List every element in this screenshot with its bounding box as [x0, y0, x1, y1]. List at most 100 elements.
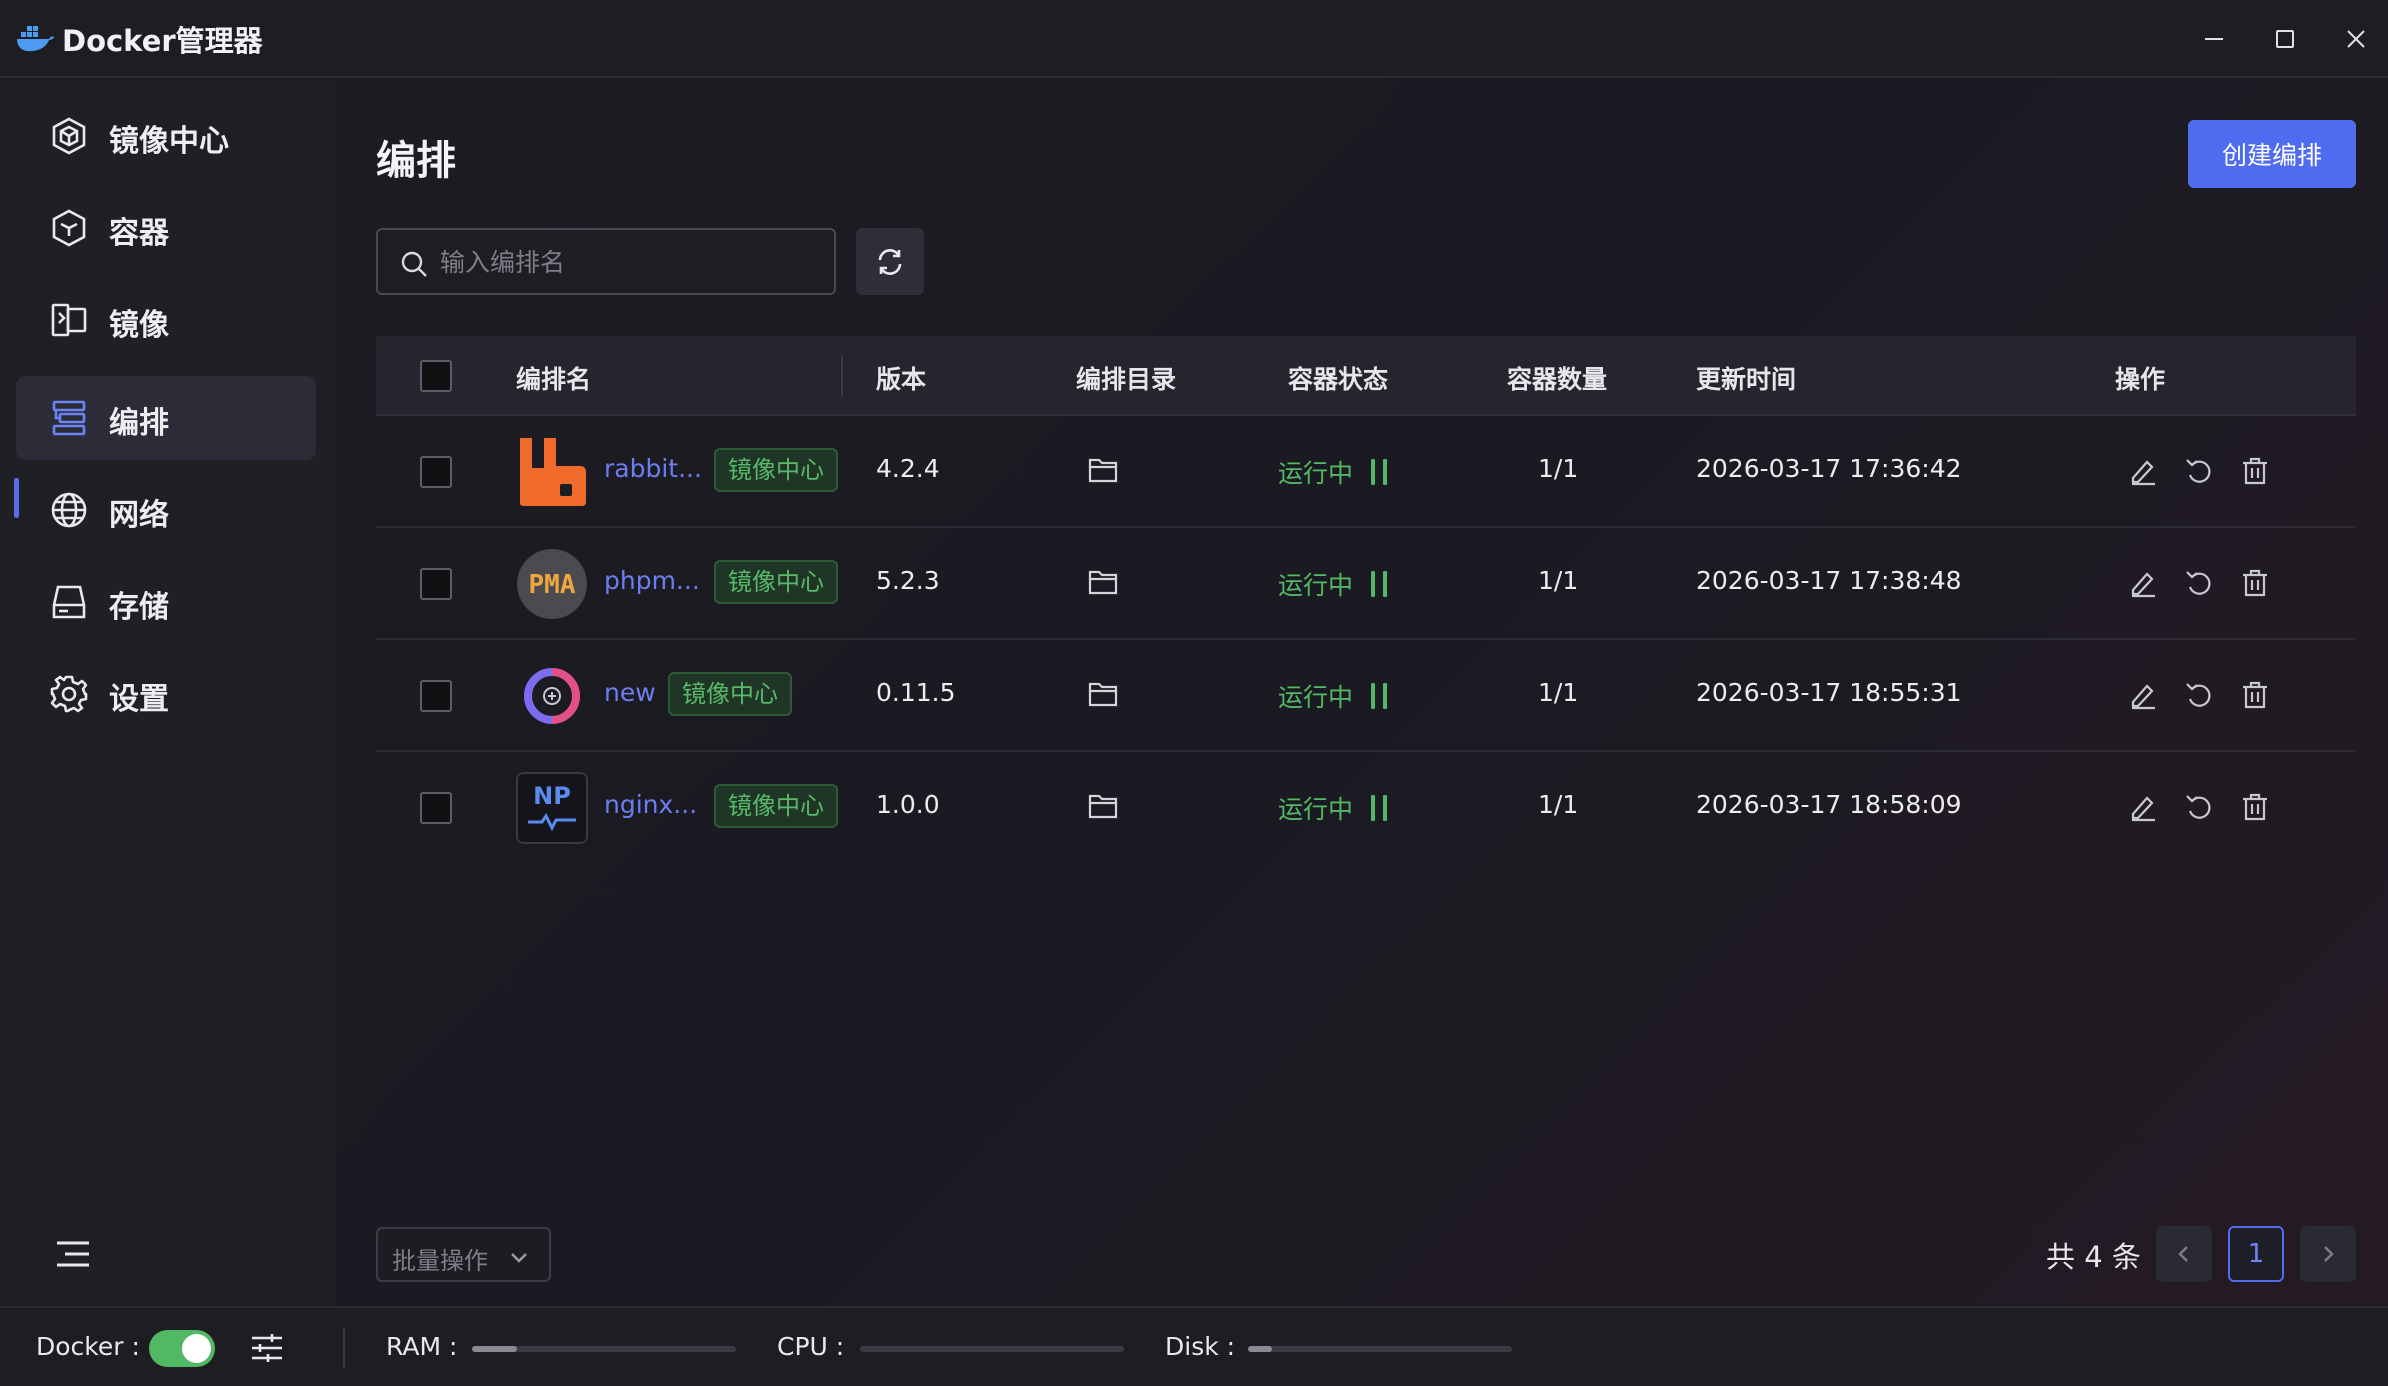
folder-icon[interactable]: [1088, 456, 1118, 484]
status-label: 运行中: [1278, 683, 1354, 712]
next-page-button[interactable]: [2300, 1226, 2356, 1282]
pause-bars-icon[interactable]: [1371, 795, 1389, 821]
column-header-status: 容器状态: [1288, 365, 1389, 394]
pause-bars-icon[interactable]: [1371, 459, 1389, 485]
row-checkbox[interactable]: [420, 680, 452, 712]
disk-usage-bar: [1248, 1346, 1512, 1352]
docker-status-label: Docker :: [36, 1332, 140, 1361]
table-row[interactable]: rabbit... 镜像中心 4.2.4 运行中 1/1 2026-03-17 …: [376, 416, 2356, 528]
pause-bars-icon[interactable]: [1371, 571, 1389, 597]
sidebar-item-label: 存储: [109, 590, 169, 625]
source-tag: 镜像中心: [714, 448, 838, 492]
compose-table: 编排名 版本 编排目录 容器状态 容器数量 更新时间 操作 rabbit... …: [376, 336, 2356, 864]
storage-icon: [52, 585, 86, 619]
row-checkbox[interactable]: [420, 456, 452, 488]
chevron-left-icon: [2178, 1246, 2188, 1262]
svg-text:PMA: PMA: [529, 570, 576, 600]
edit-icon[interactable]: [2128, 792, 2158, 822]
gear-icon: [50, 675, 88, 713]
ram-usage-fill: [472, 1346, 517, 1352]
chevron-right-icon: [2324, 1246, 2334, 1262]
total-count: 共 4 条: [2046, 1240, 2141, 1274]
rabbitmq-icon: [520, 438, 586, 506]
restart-icon[interactable]: [2184, 792, 2214, 822]
sidebar-item-label: 编排: [109, 406, 169, 441]
status-bar: Docker : RAM : CPU : Disk :: [0, 1306, 2388, 1386]
updated-time: 2026-03-17 17:38:48: [1696, 566, 1962, 595]
minimize-button[interactable]: [2191, 16, 2237, 62]
create-compose-button[interactable]: 创建编排: [2188, 120, 2356, 188]
batch-actions-dropdown[interactable]: 批量操作: [376, 1227, 551, 1282]
column-header-updated: 更新时间: [1696, 365, 1797, 394]
sidebar-item-network[interactable]: 网络: [16, 468, 316, 552]
ram-usage-bar: [472, 1346, 736, 1352]
source-tag: 镜像中心: [668, 672, 792, 716]
sidebar-item-label: 镜像中心: [109, 124, 229, 159]
table-header: 编排名 版本 编排目录 容器状态 容器数量 更新时间 操作: [376, 336, 2356, 416]
row-checkbox[interactable]: [420, 568, 452, 600]
maximize-button[interactable]: [2262, 16, 2308, 62]
sliders-icon[interactable]: [250, 1332, 284, 1364]
version-cell: 0.11.5: [876, 678, 956, 707]
menu-collapse-icon[interactable]: [54, 1237, 92, 1271]
delete-icon[interactable]: [2240, 456, 2270, 486]
container-count: 1/1: [1538, 566, 1579, 595]
sidebar-item-compose[interactable]: 编排: [16, 376, 316, 460]
status-indicator: 运行中: [1278, 454, 1389, 490]
sidebar-item-label: 容器: [109, 216, 169, 251]
sidebar-item-containers[interactable]: 容器: [16, 186, 316, 270]
delete-icon[interactable]: [2240, 568, 2270, 598]
column-header-count: 容器数量: [1507, 365, 1608, 394]
delete-icon[interactable]: [2240, 680, 2270, 710]
page-title: 编排: [376, 138, 456, 184]
folder-icon[interactable]: [1088, 792, 1118, 820]
pause-bars-icon[interactable]: [1371, 683, 1389, 709]
sidebar-item-storage[interactable]: 存储: [16, 560, 316, 644]
compose-name-link[interactable]: new: [604, 678, 656, 707]
sidebar-item-images[interactable]: 镜像: [16, 278, 316, 362]
page-1-button[interactable]: 1: [2228, 1226, 2284, 1282]
delete-icon[interactable]: [2240, 792, 2270, 822]
version-cell: 4.2.4: [876, 454, 940, 483]
sidebar-item-hub[interactable]: 镜像中心: [16, 94, 316, 178]
compose-name-link[interactable]: nginx...: [604, 790, 697, 819]
prev-page-button[interactable]: [2156, 1226, 2212, 1282]
phpmyadmin-icon: PMA: [517, 549, 587, 619]
sidebar-item-label: 网络: [109, 498, 169, 533]
table-row[interactable]: NP nginx... 镜像中心 1.0.0 运行中 1/1 2026-03-1…: [376, 752, 2356, 864]
column-resize-handle[interactable]: [841, 356, 843, 396]
restart-icon[interactable]: [2184, 568, 2214, 598]
hub-icon: [52, 117, 86, 155]
table-row[interactable]: PMA phpm... 镜像中心 5.2.3 运行中 1/1 2026-03-1…: [376, 528, 2356, 640]
restart-icon[interactable]: [2184, 456, 2214, 486]
row-checkbox[interactable]: [420, 792, 452, 824]
search-icon: [401, 251, 427, 277]
select-all-checkbox[interactable]: [420, 360, 452, 392]
minimize-icon: [2205, 38, 2223, 40]
search-box[interactable]: [376, 228, 836, 295]
edit-icon[interactable]: [2128, 680, 2158, 710]
compose-icon: [52, 400, 86, 436]
status-indicator: 运行中: [1278, 678, 1389, 714]
cpu-label: CPU :: [777, 1332, 845, 1361]
sidebar-item-settings[interactable]: 设置: [16, 652, 316, 736]
sidebar: 镜像中心 容器 镜像 编排 网络 存储 设置: [0, 80, 336, 1305]
docker-logo-icon: [17, 26, 54, 52]
folder-icon[interactable]: [1088, 568, 1118, 596]
edit-icon[interactable]: [2128, 456, 2158, 486]
refresh-button[interactable]: [856, 228, 924, 295]
title-bar: Docker管理器: [0, 0, 2388, 78]
compose-name-link[interactable]: phpm...: [604, 566, 700, 595]
compose-name-link[interactable]: rabbit...: [604, 454, 702, 483]
close-button[interactable]: [2333, 16, 2379, 62]
status-label: 运行中: [1278, 459, 1354, 488]
column-header-actions: 操作: [2115, 365, 2166, 394]
column-header-name[interactable]: 编排名: [516, 360, 591, 396]
folder-icon[interactable]: [1088, 680, 1118, 708]
search-input[interactable]: [440, 240, 820, 284]
table-row[interactable]: new 镜像中心 0.11.5 运行中 1/1 2026-03-17 18:55…: [376, 640, 2356, 752]
version-cell: 5.2.3: [876, 566, 940, 595]
restart-icon[interactable]: [2184, 680, 2214, 710]
edit-icon[interactable]: [2128, 568, 2158, 598]
docker-toggle[interactable]: [149, 1330, 215, 1367]
